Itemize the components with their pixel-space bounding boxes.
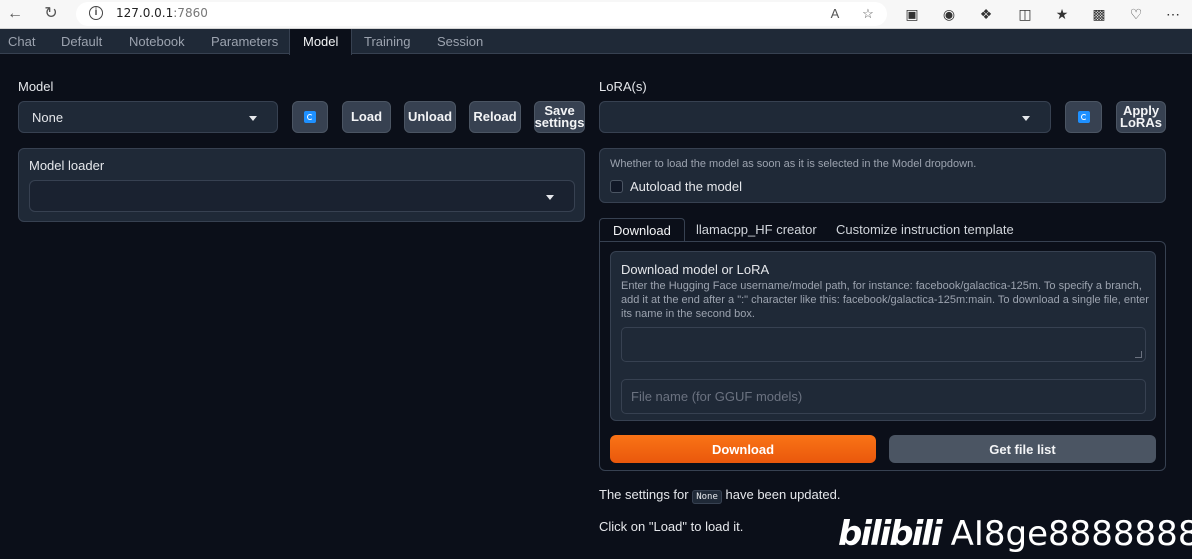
chevron-down-icon xyxy=(249,116,257,121)
download-title: Download model or LoRA xyxy=(621,262,770,277)
tab-default[interactable]: Default xyxy=(53,29,110,54)
autoload-info: Whether to load the model as soon as it … xyxy=(610,158,977,170)
resize-handle-icon[interactable] xyxy=(1135,351,1142,358)
site-info-icon[interactable]: i xyxy=(89,6,103,20)
model-dropdown-value: None xyxy=(32,110,64,125)
tab-training[interactable]: Training xyxy=(356,29,418,54)
download-description: Enter the Hugging Face username/model pa… xyxy=(621,280,1149,320)
autoload-checkbox[interactable] xyxy=(610,180,623,193)
save-settings-line2: settings xyxy=(534,115,585,130)
apply-loras-button[interactable]: Apply LoRAs xyxy=(1116,101,1166,133)
main-tab-bar: Chat Default Notebook Parameters Model T… xyxy=(0,29,1192,55)
back-arrow-icon[interactable]: ← xyxy=(5,4,25,24)
refresh-icon xyxy=(1077,111,1090,123)
tab-chat[interactable]: Chat xyxy=(0,29,43,54)
status-load-hint: Click on "Load" to load it. xyxy=(599,519,744,534)
reload-model-button[interactable]: Reload xyxy=(469,101,521,133)
extensions-puzzle-icon[interactable]: ❖ xyxy=(977,5,995,23)
download-tab-panel: Download model or LoRA Enter the Hugging… xyxy=(599,241,1166,471)
url-text: 127.0.0.1:7860 xyxy=(116,6,208,20)
bilibili-logo: bilibili xyxy=(838,513,943,554)
model-loader-dropdown[interactable] xyxy=(29,180,575,212)
autoload-label[interactable]: Autoload the model xyxy=(630,179,742,194)
status-model-code: None xyxy=(692,490,722,504)
more-menu-icon[interactable]: ⋯ xyxy=(1164,5,1182,23)
subtab-customize-template[interactable]: Customize instruction template xyxy=(836,218,1014,242)
browser-essentials-icon[interactable]: ♡ xyxy=(1127,5,1145,23)
load-button[interactable]: Load xyxy=(342,101,391,133)
status-prefix: The settings for xyxy=(599,487,693,502)
extension-icon[interactable]: ▣ xyxy=(903,5,921,23)
model-dropdown[interactable]: None xyxy=(18,101,278,133)
model-loader-label: Model loader xyxy=(29,158,105,173)
subtab-download[interactable]: Download xyxy=(599,218,685,242)
get-file-list-button[interactable]: Get file list xyxy=(889,435,1156,463)
collections-icon[interactable]: ▩ xyxy=(1090,5,1108,23)
reload-icon[interactable]: ↻ xyxy=(41,4,61,24)
refresh-icon xyxy=(304,111,316,123)
model-label: Model xyxy=(18,79,54,94)
watermark-text: AI8ge8888888 xyxy=(950,513,1192,554)
chevron-down-icon xyxy=(546,195,554,200)
tab-notebook[interactable]: Notebook xyxy=(121,29,193,54)
status-suffix: have been updated. xyxy=(721,487,841,502)
favorites-icon[interactable]: ★ xyxy=(1053,5,1071,23)
download-button[interactable]: Download xyxy=(610,435,876,463)
lora-label: LoRA(s) xyxy=(599,79,647,94)
tab-model[interactable]: Model xyxy=(289,29,353,55)
file-name-placeholder: File name (for GGUF models) xyxy=(631,389,803,404)
apply-loras-line2: LoRAs xyxy=(1120,115,1162,130)
status-message: The settings for None have been updated. xyxy=(599,487,841,504)
save-settings-button[interactable]: Save settings xyxy=(534,101,585,133)
lora-dropdown[interactable] xyxy=(599,101,1051,133)
split-screen-icon[interactable]: ◫ xyxy=(1016,5,1034,23)
read-aloud-icon[interactable]: A xyxy=(826,5,844,23)
chevron-down-icon xyxy=(1022,116,1030,121)
refresh-loras-button[interactable] xyxy=(1065,101,1102,133)
browser-toolbar: ← ↻ i 127.0.0.1:7860 A ☆ ▣ ◉ ❖ ◫ ★ ▩ ♡ ⋯ xyxy=(0,0,1192,29)
unload-button[interactable]: Unload xyxy=(404,101,456,133)
address-bar[interactable]: i 127.0.0.1:7860 A ☆ xyxy=(76,2,887,26)
tab-parameters[interactable]: Parameters xyxy=(203,29,286,54)
subtab-llamacpp-hf-creator[interactable]: llamacpp_HF creator xyxy=(696,218,817,242)
refresh-models-button[interactable] xyxy=(292,101,328,133)
download-form: Download model or LoRA Enter the Hugging… xyxy=(610,251,1156,421)
watermark: bilibili AI8ge8888888 xyxy=(838,508,1192,559)
extension-globe-icon[interactable]: ◉ xyxy=(940,5,958,23)
model-path-input[interactable] xyxy=(621,327,1146,362)
model-loader-panel: Model loader xyxy=(18,148,585,222)
favorite-star-icon[interactable]: ☆ xyxy=(859,5,877,23)
tab-session[interactable]: Session xyxy=(429,29,491,54)
autoload-panel: Whether to load the model as soon as it … xyxy=(599,148,1166,203)
file-name-input[interactable]: File name (for GGUF models) xyxy=(621,379,1146,414)
